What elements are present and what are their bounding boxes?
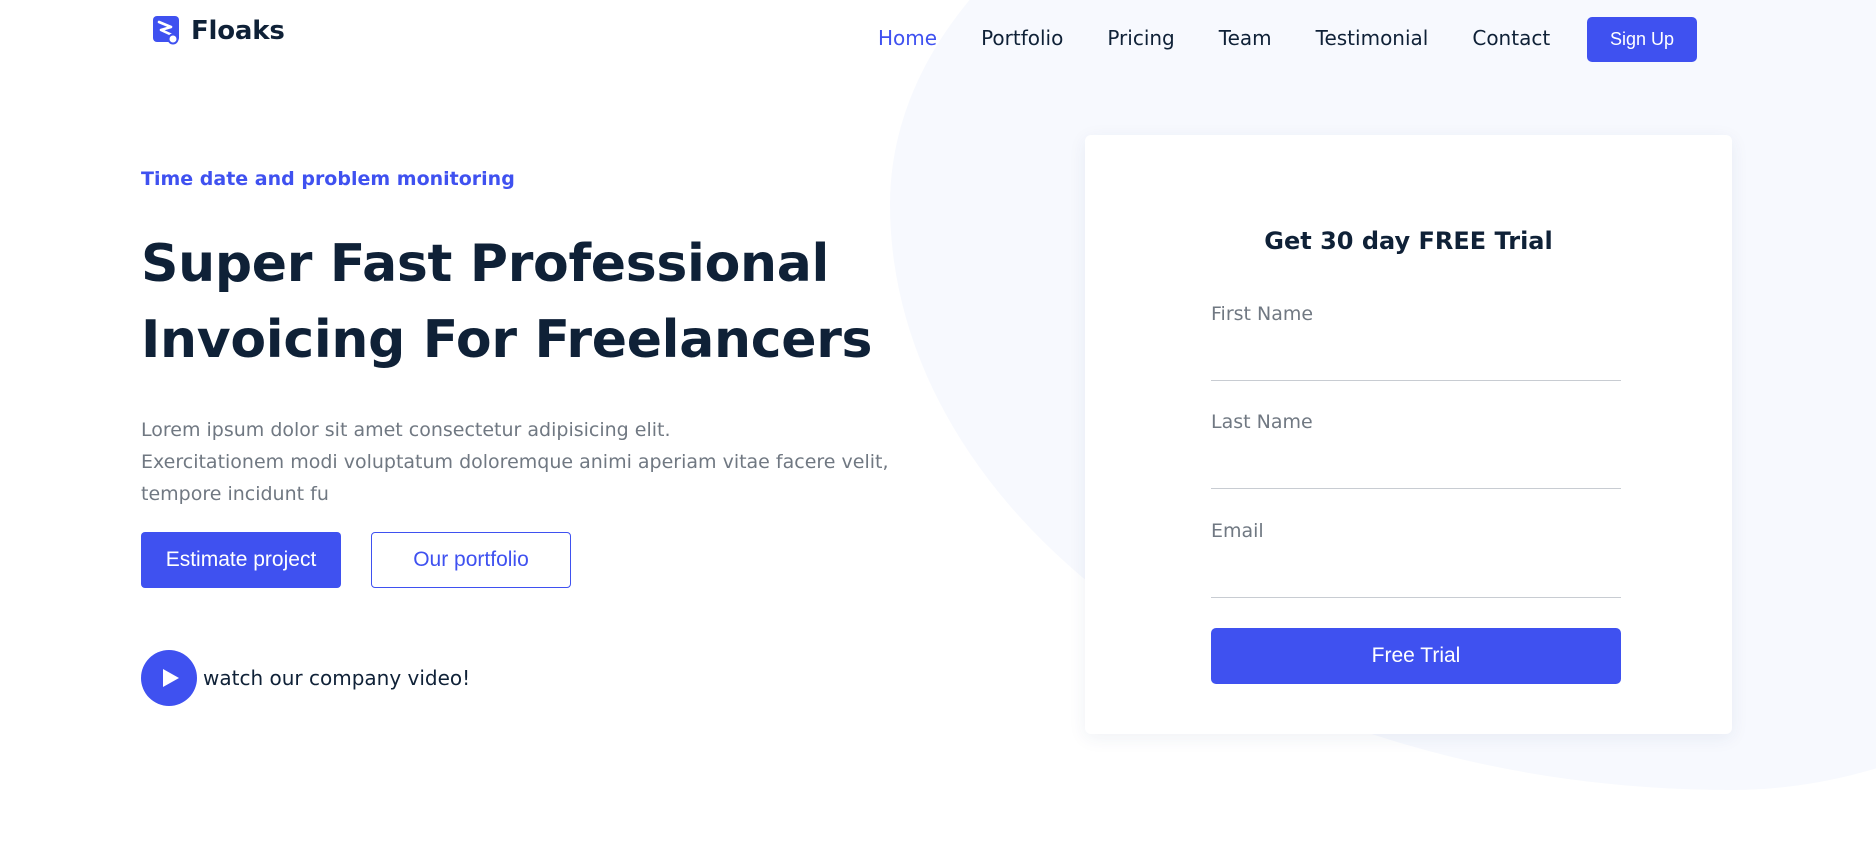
hero-description: Lorem ipsum dolor sit amet consectetur a… xyxy=(141,414,971,510)
hero-eyebrow: Time date and problem monitoring xyxy=(141,168,515,190)
free-trial-card: Get 30 day FREE Trial First Name Last Na… xyxy=(1085,135,1732,734)
nav-contact[interactable]: Contact xyxy=(1472,26,1550,50)
company-video-link[interactable]: watch our company video! xyxy=(141,650,1001,706)
headline-line-2: Invoicing For Freelancers xyxy=(141,310,873,370)
first-name-field: First Name xyxy=(1211,303,1621,381)
nav-home[interactable]: Home xyxy=(878,26,937,50)
free-trial-button[interactable]: Free Trial xyxy=(1211,628,1621,684)
hero-headline: Super Fast Professional Invoicing For Fr… xyxy=(141,226,1001,378)
email-field: Email xyxy=(1211,520,1621,598)
last-name-input[interactable] xyxy=(1211,443,1621,473)
play-icon xyxy=(163,669,179,687)
site-header: Floaks Home Portfolio Pricing Team Testi… xyxy=(0,0,1876,80)
description-line-1: Lorem ipsum dolor sit amet consectetur a… xyxy=(141,419,671,441)
landing-page: Floaks Home Portfolio Pricing Team Testi… xyxy=(0,0,1876,865)
headline-line-1: Super Fast Professional xyxy=(141,234,830,294)
hero-buttons: Estimate project Our portfolio xyxy=(141,532,1001,588)
main-nav: Home Portfolio Pricing Team Testimonial … xyxy=(878,26,1550,50)
description-line-2: Exercitationem modi voluptatum doloremqu… xyxy=(141,451,889,505)
sign-up-button[interactable]: Sign Up xyxy=(1587,17,1697,62)
first-name-input[interactable] xyxy=(1211,335,1621,365)
video-link-text[interactable]: watch our company video! xyxy=(203,666,470,690)
nav-pricing[interactable]: Pricing xyxy=(1107,26,1174,50)
email-input[interactable] xyxy=(1211,552,1621,582)
nav-portfolio[interactable]: Portfolio xyxy=(981,26,1063,50)
our-portfolio-button[interactable]: Our portfolio xyxy=(371,532,571,588)
floaks-logo-icon xyxy=(153,16,179,45)
play-button[interactable] xyxy=(141,650,197,706)
trial-card-title: Get 30 day FREE Trial xyxy=(1264,227,1553,255)
logo[interactable]: Floaks xyxy=(153,16,285,46)
last-name-field: Last Name xyxy=(1211,411,1621,489)
nav-team[interactable]: Team xyxy=(1219,26,1272,50)
logo-text: Floaks xyxy=(191,16,285,46)
hero-section: Time date and problem monitoring Super F… xyxy=(141,168,1001,706)
nav-testimonial[interactable]: Testimonial xyxy=(1316,26,1429,50)
email-label: Email xyxy=(1211,520,1264,542)
last-name-label: Last Name xyxy=(1211,411,1313,433)
first-name-label: First Name xyxy=(1211,303,1314,325)
estimate-project-button[interactable]: Estimate project xyxy=(141,532,341,588)
